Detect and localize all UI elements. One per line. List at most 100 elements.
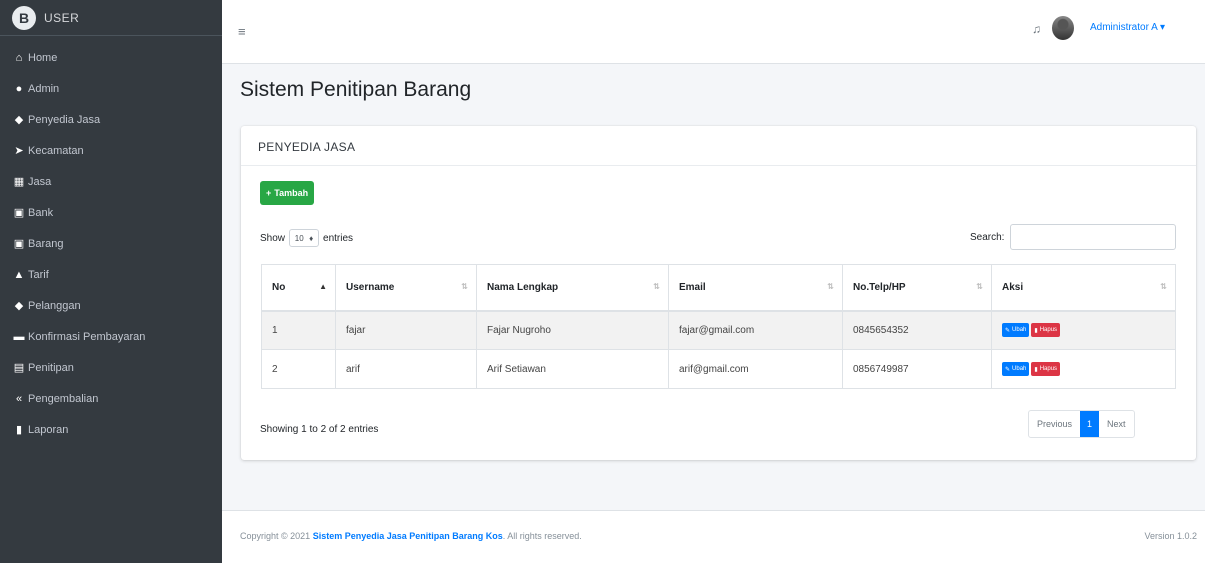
sidebar-item-label: Konfirmasi Pembayaran — [28, 330, 146, 343]
add-button-label: Tambah — [274, 188, 309, 198]
sidebar-item-tarif[interactable]: ▲ Tarif — [0, 259, 222, 290]
sidebar-item-pengembalian[interactable]: « Pengembalian — [0, 383, 222, 414]
sidebar-item-admin[interactable]: ● Admin — [0, 73, 222, 104]
bell-icon[interactable]: ♫ — [1032, 22, 1041, 36]
entries-select[interactable]: 10 ♦ — [289, 229, 320, 247]
avatar[interactable] — [1052, 16, 1074, 40]
delete-button[interactable]: ▮ Hapus — [1031, 362, 1061, 376]
column-header-label: Nama Lengkap — [487, 281, 559, 293]
column-header-no[interactable]: No ▲ — [261, 264, 336, 312]
sidebar-item-label: Tarif — [28, 268, 49, 281]
sidebar-item-label: Bank — [28, 206, 54, 219]
sidebar-item-label: Penyedia Jasa — [28, 113, 101, 126]
sort-icon: ⇅ — [1160, 282, 1167, 291]
cell-nama: Arif Setiawan — [476, 349, 669, 389]
cell-username: arif — [335, 349, 477, 389]
tag-icon: ▲ — [13, 268, 25, 281]
sidebar-item-barang[interactable]: ▣ Barang — [0, 228, 222, 259]
table-header-row: No ▲ Username ⇅ Nama Lengkap ⇅ Email ⇅ No.Te… — [261, 264, 1176, 312]
cell-email: arif@gmail.com — [668, 349, 843, 389]
edit-icon: ✎ — [1005, 327, 1011, 334]
user-menu[interactable]: Administrator A ▾ — [1090, 22, 1165, 33]
home-icon: ⌂ — [15, 51, 23, 64]
column-header-label: Aksi — [1002, 281, 1024, 293]
list-icon: ▤ — [13, 362, 25, 374]
search-input[interactable] — [1010, 224, 1177, 250]
users-icon: ◆ — [14, 114, 24, 126]
show-label: Show — [260, 232, 286, 244]
sort-icon: ⇅ — [653, 282, 660, 291]
pagination-previous[interactable]: Previous — [1029, 411, 1080, 437]
location-arrow-icon: ➤ — [14, 145, 24, 157]
sidebar-item-home[interactable]: ⌂ Home — [0, 42, 222, 73]
pagination-next[interactable]: Next — [1099, 411, 1134, 437]
sidebar-item-bank[interactable]: ▣ Bank — [0, 197, 222, 228]
cell-no: 1 — [261, 310, 336, 350]
sidebar-item-kecamatan[interactable]: ➤ Kecamatan — [0, 135, 222, 166]
copyright-link[interactable]: Sistem Penyedia Jasa Penitipan Barang Ko… — [313, 531, 503, 541]
topbar: ≡ ♫ Administrator A ▾ — [222, 0, 1205, 64]
page-title: Sistem Penitipan Barang — [240, 78, 472, 101]
column-header-aksi[interactable]: Aksi ⇅ — [991, 264, 1176, 312]
card-title: PENYEDIA JASA — [241, 126, 1196, 166]
sidebar-item-pelanggan[interactable]: ◆ Pelanggan — [0, 290, 222, 321]
sort-icon: ⇅ — [461, 282, 468, 291]
column-header-nama-lengkap[interactable]: Nama Lengkap ⇅ — [476, 264, 669, 312]
menu-toggle-icon[interactable]: ≡ — [238, 24, 246, 39]
cell-aksi: ✎ Ubah ▮ Hapus — [991, 310, 1176, 350]
column-header-username[interactable]: Username ⇅ — [335, 264, 477, 312]
money-icon: ▬ — [13, 330, 25, 343]
column-header-telp[interactable]: No.Telp/HP ⇅ — [842, 264, 992, 312]
sidebar-item-label: Laporan — [28, 423, 69, 436]
sidebar-item-label: Jasa — [28, 175, 52, 188]
cell-telp: 0845654352 — [842, 310, 992, 350]
brand-name: USER — [44, 10, 80, 25]
table-info: Showing 1 to 2 of 2 entries — [260, 424, 379, 435]
delete-button-label: Hapus — [1039, 366, 1058, 372]
entries-select-value: 10 — [294, 233, 304, 243]
sidebar-item-label: Kecamatan — [28, 144, 84, 157]
sidebar-item-label: Pengembalian — [28, 392, 99, 405]
sidebar-item-penitipan[interactable]: ▤ Penitipan — [0, 352, 222, 383]
add-button[interactable]: + Tambah — [260, 181, 315, 205]
sort-asc-icon: ▲ — [319, 282, 327, 291]
footer: Copyright © 2021 Sistem Penyedia Jasa Pe… — [222, 510, 1205, 563]
column-header-label: No — [272, 281, 286, 293]
edit-button[interactable]: ✎ Ubah — [1002, 362, 1030, 376]
edit-button[interactable]: ✎ Ubah — [1002, 323, 1030, 338]
book-icon: ▮ — [15, 424, 23, 436]
search-box: Search: — [970, 224, 1177, 250]
entries-length: Show 10 ♦ entries — [260, 229, 353, 247]
brand[interactable]: B USER — [0, 0, 222, 36]
column-header-email[interactable]: Email ⇅ — [668, 264, 843, 312]
copyright-prefix: Copyright © 2021 — [240, 531, 313, 541]
table-icon: ▦ — [13, 176, 25, 188]
sidebar-item-konfirmasi-pembayaran[interactable]: ▬ Konfirmasi Pembayaran — [0, 321, 222, 352]
column-header-label: Email — [679, 281, 706, 293]
sidebar-item-penyedia-jasa[interactable]: ◆ Penyedia Jasa — [0, 104, 222, 135]
cell-no: 2 — [261, 349, 336, 389]
column-header-label: Username — [346, 281, 395, 293]
cell-aksi: ✎ Ubah ▮ Hapus — [991, 349, 1176, 389]
cell-nama: Fajar Nugroho — [476, 310, 669, 350]
edit-icon: ✎ — [1005, 366, 1011, 373]
delete-button[interactable]: ▮ Hapus — [1031, 323, 1061, 338]
version: Version 1.0.2 — [1144, 531, 1197, 541]
brand-logo: B — [12, 5, 36, 30]
sidebar-item-label: Barang — [28, 237, 64, 250]
user-icon: ● — [15, 82, 23, 95]
sidebar-item-label: Pelanggan — [28, 299, 81, 312]
table-row: 1 fajar Fajar Nugroho fajar@gmail.com 08… — [261, 310, 1176, 350]
trash-icon: ▮ — [1034, 366, 1038, 373]
backward-icon: « — [15, 392, 23, 405]
sidebar-item-jasa[interactable]: ▦ Jasa — [0, 166, 222, 197]
sidebar-item-laporan[interactable]: ▮ Laporan — [0, 414, 222, 445]
cell-email: fajar@gmail.com — [668, 310, 843, 350]
sidebar-item-label: Home — [28, 51, 58, 64]
sort-icon: ⇅ — [976, 282, 983, 291]
data-table: No ▲ Username ⇅ Nama Lengkap ⇅ Email ⇅ No.Te… — [261, 264, 1176, 389]
sidebar-item-label: Admin — [28, 82, 60, 95]
sidebar-item-label: Penitipan — [28, 361, 74, 374]
pagination-page-1[interactable]: 1 — [1080, 411, 1100, 437]
copyright-suffix: . All rights reserved. — [502, 531, 582, 541]
